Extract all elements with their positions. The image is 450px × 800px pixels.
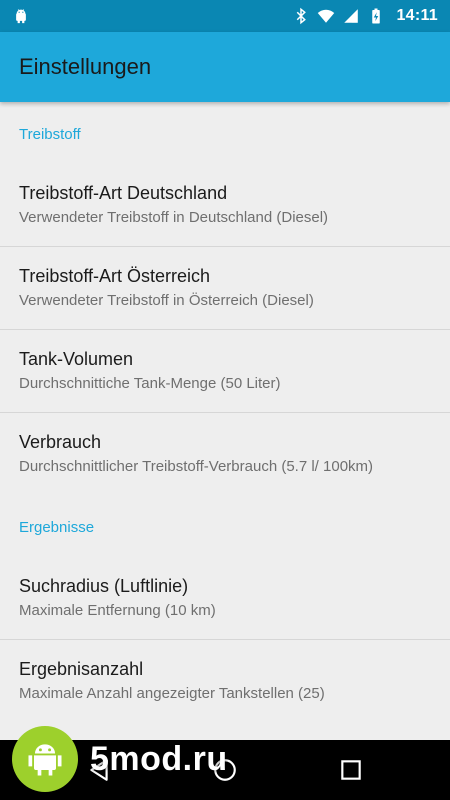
pref-result-count[interactable]: Ergebnisanzahl Maximale Anzahl angezeigt… bbox=[0, 640, 450, 722]
pref-summary: Maximale Anzahl angezeigter Tankstellen … bbox=[19, 685, 325, 702]
pref-title: Ergebnisanzahl bbox=[19, 659, 144, 679]
pref-summary: Durchschnittlicher Treibstoff-Verbrauch … bbox=[19, 458, 374, 475]
category-title: Treibstoff bbox=[19, 126, 81, 143]
wifi-icon bbox=[318, 9, 335, 23]
pref-title: Suchradius (Luftlinie) bbox=[19, 576, 189, 596]
android-icon bbox=[16, 9, 26, 24]
settings-screen: 14:11 Einstellungen Treibstoff Treibstof… bbox=[0, 0, 450, 800]
settings-list: Treibstoff Treibstoff-Art Deutschland Ve… bbox=[0, 102, 450, 722]
pref-summary: Durchschnittiche Tank-Menge (50 Liter) bbox=[19, 375, 281, 392]
app-toolbar: Einstellungen bbox=[0, 32, 450, 102]
signal-icon bbox=[344, 9, 359, 23]
pref-summary: Maximale Entfernung (10 km) bbox=[19, 602, 216, 619]
category-header-fuel: Treibstoff bbox=[0, 102, 450, 164]
system-icons: 14:11 bbox=[292, 6, 438, 26]
pref-fuel-type-austria[interactable]: Treibstoff-Art Österreich Verwendeter Tr… bbox=[0, 247, 450, 330]
pref-title: Verbrauch bbox=[19, 432, 102, 452]
battery-icon bbox=[372, 8, 381, 24]
category-title: Ergebnisse bbox=[19, 519, 95, 536]
pref-title: Treibstoff-Art Deutschland bbox=[19, 183, 228, 203]
bluetooth-icon bbox=[297, 7, 307, 25]
category-header-results: Ergebnisse bbox=[0, 495, 450, 557]
android-logo-icon bbox=[12, 726, 78, 792]
pref-tank-volume[interactable]: Tank-Volumen Durchschnittiche Tank-Menge… bbox=[0, 330, 450, 413]
status-bar: 14:11 bbox=[0, 0, 450, 32]
page-title: Einstellungen bbox=[19, 54, 152, 79]
status-clock: 14:11 bbox=[396, 7, 438, 24]
pref-fuel-type-germany[interactable]: Treibstoff-Art Deutschland Verwendeter T… bbox=[0, 164, 450, 247]
pref-title: Treibstoff-Art Österreich bbox=[19, 266, 211, 286]
pref-consumption[interactable]: Verbrauch Durchschnittlicher Treibstoff-… bbox=[0, 413, 450, 495]
watermark: 5mod.ru bbox=[12, 724, 228, 794]
pref-summary: Verwendeter Treibstoff in Deutschland (D… bbox=[19, 209, 329, 226]
watermark-text: 5mod.ru bbox=[90, 739, 228, 778]
recents-icon[interactable] bbox=[338, 757, 364, 783]
pref-summary: Verwendeter Treibstoff in Österreich (Di… bbox=[19, 292, 314, 309]
pref-search-radius[interactable]: Suchradius (Luftlinie) Maximale Entfernu… bbox=[0, 557, 450, 640]
pref-title: Tank-Volumen bbox=[19, 349, 134, 369]
